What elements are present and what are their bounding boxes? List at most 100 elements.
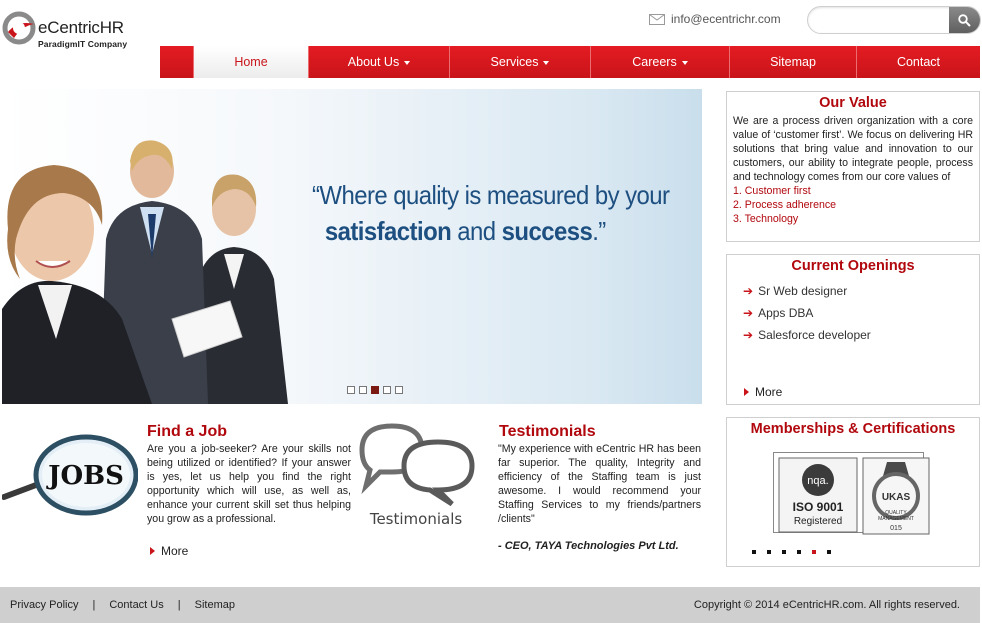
hero-quote-satisfaction: satisfaction: [324, 216, 452, 246]
certification-logos: nqa. ISO 9001 Registered UKAS QUALITY MA…: [773, 452, 930, 535]
hero-dot-2[interactable]: [359, 386, 367, 394]
cert-dot-6[interactable]: [827, 550, 831, 554]
job-list: ➔ Sr Web designer ➔ Apps DBA ➔ Salesforce d…: [743, 280, 979, 346]
current-openings-panel: Current Openings ➔ Sr Web designer ➔ Apps …: [726, 254, 980, 405]
more-label: More: [161, 544, 189, 558]
nav-item-home[interactable]: Home: [194, 46, 309, 78]
our-value-title: Our Value: [819, 95, 887, 111]
nav-item-about-us[interactable]: About Us: [309, 46, 450, 78]
nav-label-about-us: About Us: [347, 55, 400, 69]
cert-dot-4[interactable]: [797, 550, 801, 554]
search-icon: [958, 13, 971, 27]
nav-item-careers[interactable]: Careers: [591, 46, 730, 78]
hero-quote-line1: “Where quality is measured by your: [312, 180, 670, 210]
nav-label-contact: Contact: [896, 55, 941, 69]
our-value-item: 1. Customer first: [733, 185, 811, 197]
job-item-sr-web-designer[interactable]: ➔ Sr Web designer: [743, 280, 979, 302]
footer-link-sitemap[interactable]: Sitemap: [195, 599, 235, 611]
caret-down-icon: [681, 61, 688, 65]
hero-quote-success: success: [501, 216, 593, 246]
email-address: info@ecentrichr.com: [671, 12, 781, 26]
footer: Privacy Policy | Contact Us | Sitemap Co…: [0, 587, 980, 623]
nav-item-sitemap[interactable]: Sitemap: [730, 46, 857, 78]
nav-label-careers: Careers: [632, 55, 677, 69]
cert-dot-2[interactable]: [767, 550, 771, 554]
email-link[interactable]: info@ecentrichr.com: [649, 12, 781, 26]
cert-management-label: MANAGEMENT: [878, 516, 914, 522]
caret-down-icon: [543, 61, 550, 65]
hero-quote-end: .”: [592, 216, 606, 246]
arrow-right-icon: ➔: [743, 306, 754, 320]
more-label: More: [755, 385, 783, 399]
hero-quote-and: and: [451, 216, 502, 246]
nav-item-services[interactable]: Services: [450, 46, 591, 78]
job-title: Salesforce developer: [758, 328, 871, 342]
testimonial-author: - CEO, TAYA Technologies Pvt Ltd.: [498, 540, 679, 552]
triangle-right-icon: [150, 547, 155, 555]
job-item-apps-dba[interactable]: ➔ Apps DBA: [743, 302, 979, 324]
nav-label-sitemap: Sitemap: [770, 55, 816, 69]
job-title: Sr Web designer: [758, 284, 848, 298]
find-job-title: Find a Job: [147, 423, 227, 440]
current-openings-title: Current Openings: [791, 258, 915, 274]
cert-dot-3[interactable]: [782, 550, 786, 554]
brand-name: eCentricHR: [38, 18, 124, 37]
find-job-text: Are you a job-seeker? Are your skills no…: [147, 443, 351, 525]
main-nav: Home About Us Services Careers Sitemap C…: [160, 46, 980, 78]
brand-logo[interactable]: eCentricHR ParadigmIT Company: [2, 10, 142, 52]
cert-iso-label: ISO 9001: [793, 500, 844, 514]
copyright-text: Copyright © 2014 eCentricHR.com. All rig…: [693, 599, 960, 611]
our-value-panel: Our Value We are a process driven organi…: [726, 91, 980, 242]
cert-number-label: 015: [890, 525, 902, 532]
logo-swirl-icon: [2, 11, 36, 45]
hero-dot-3[interactable]: [371, 386, 379, 394]
search-input[interactable]: [816, 11, 946, 30]
footer-links: Privacy Policy | Contact Us | Sitemap: [10, 599, 235, 611]
envelope-icon: [649, 13, 665, 25]
arrow-right-icon: ➔: [743, 284, 754, 298]
hero-slide-pager: [347, 386, 403, 394]
hero-dot-5[interactable]: [395, 386, 403, 394]
hero-banner: “Where quality is measured by your satis…: [2, 89, 702, 404]
find-job-more-link[interactable]: More: [150, 544, 188, 558]
our-value-list: 1. Customer first 2. Process adherence 3…: [733, 184, 973, 226]
caret-down-icon: [404, 61, 411, 65]
nav-item-contact[interactable]: Contact: [857, 46, 980, 78]
cert-ukas-label: UKAS: [882, 492, 911, 503]
cert-slide-pager: [752, 550, 831, 554]
footer-link-privacy-policy[interactable]: Privacy Policy: [10, 599, 78, 611]
openings-more-link[interactable]: More: [744, 385, 782, 399]
footer-separator: |: [92, 599, 96, 611]
memberships-panel: Memberships & Certifications nqa. ISO 90…: [726, 417, 980, 567]
brand-tagline: ParadigmIT Company: [38, 39, 128, 49]
triangle-right-icon: [744, 388, 749, 396]
cert-nqa-label: nqa.: [807, 475, 828, 487]
search-button[interactable]: [949, 7, 980, 33]
testimonials-image-text: Testimonials: [369, 510, 463, 528]
footer-link-contact-us[interactable]: Contact Us: [109, 599, 163, 611]
cert-dot-5[interactable]: [812, 550, 816, 554]
nav-label-services: Services: [490, 55, 539, 69]
our-value-item: 3. Technology: [733, 213, 799, 225]
hero-people-illustration: [2, 140, 288, 404]
hero-dot-4[interactable]: [383, 386, 391, 394]
hero-quote-line2: satisfaction and success.”: [312, 213, 671, 249]
job-title: Apps DBA: [758, 306, 814, 320]
testimonials-title: Testimonials: [499, 423, 596, 440]
cert-dot-1[interactable]: [752, 550, 756, 554]
footer-separator: |: [177, 599, 181, 611]
jobs-image-text: JOBS: [46, 461, 124, 491]
testimonial-quote: "My experience with eCentric HR has been…: [498, 443, 701, 525]
jobs-magnifier-image: JOBS: [2, 425, 138, 523]
arrow-right-icon: ➔: [743, 328, 754, 342]
our-value-item: 2. Process adherence: [733, 199, 837, 211]
search-box: [807, 6, 981, 34]
hero-dot-1[interactable]: [347, 386, 355, 394]
memberships-title: Memberships & Certifications: [750, 421, 956, 437]
our-value-text: We are a process driven organization wit…: [733, 115, 973, 183]
testimonials-bubbles-image: Testimonials: [359, 423, 475, 528]
cert-registered-label: Registered: [794, 516, 842, 527]
job-item-salesforce-developer[interactable]: ➔ Salesforce developer: [743, 324, 979, 346]
nav-label-home: Home: [234, 55, 268, 69]
hero-quote: “Where quality is measured by your satis…: [312, 177, 671, 249]
